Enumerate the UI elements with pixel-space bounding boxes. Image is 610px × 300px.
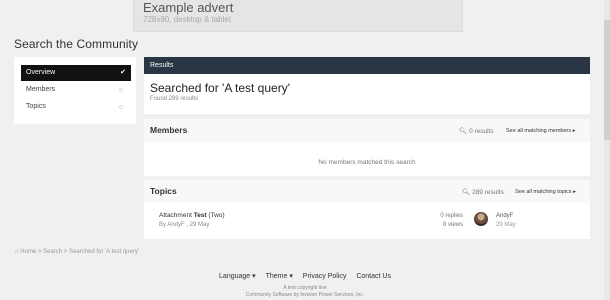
members-count: 🔍︎ 0 results: [459, 128, 494, 135]
sidebar-item-label: Members: [26, 86, 56, 93]
sidebar-item-label: Topics: [26, 103, 46, 110]
members-section-body: No members matched this search: [144, 142, 590, 176]
copyright-text: A test copyright line: [283, 285, 327, 291]
last-poster: AndyF 29 May: [496, 212, 516, 230]
topics-count: 🔍︎ 289 results: [462, 189, 504, 196]
footer-links: Language ▾ Theme ▾ Privacy Policy Contac…: [0, 272, 610, 280]
scrollbar-thumb[interactable]: [604, 20, 610, 140]
last-post-date: 29 May: [496, 222, 516, 228]
search-icon: 🔍︎: [459, 128, 468, 135]
see-all-topics-link[interactable]: See all matching topics ▸: [515, 189, 576, 195]
topic-stats: 0 replies 8 views: [427, 212, 463, 230]
language-menu[interactable]: Language ▾: [219, 273, 256, 280]
sidebar-item-label: Overview: [26, 69, 56, 76]
search-summary: Searched for 'A test query' Found 289 re…: [144, 74, 590, 114]
advert-title: Example advert: [143, 0, 234, 15]
see-all-members-link[interactable]: See all matching members ▸: [506, 128, 575, 134]
search-icon: 🔍︎: [462, 189, 471, 196]
sidebar-item-members[interactable]: Members: [21, 82, 131, 98]
search-filter-sidebar: Overview ✔ Members Topics: [14, 57, 136, 124]
radio-icon: [119, 88, 123, 92]
search-query-title: Searched for 'A test query': [150, 81, 290, 95]
members-section-header: Members 🔍︎ 0 results See all matching me…: [144, 119, 590, 142]
scrollbar[interactable]: [604, 0, 610, 300]
breadcrumb[interactable]: ⌂ Home > Search > Searched for 'A test q…: [15, 249, 139, 255]
topics-section-header: Topics 🔍︎ 289 results See all matching t…: [144, 180, 590, 203]
privacy-policy-link[interactable]: Privacy Policy: [303, 273, 347, 280]
topics-title: Topics: [150, 186, 177, 196]
advert-banner[interactable]: Example advert 728x90, desktop & tablet: [133, 0, 463, 32]
topic-meta: By AndyF , 29 May: [159, 222, 210, 228]
topics-section-body: Attachment Test (Two) By AndyF , 29 May …: [144, 203, 590, 239]
replies-count: 0 replies: [440, 213, 463, 219]
empty-message: No members matched this search: [318, 159, 416, 166]
avatar[interactable]: [474, 212, 488, 226]
last-poster-name[interactable]: AndyF: [496, 212, 516, 221]
views-count: 8 views: [442, 222, 463, 228]
powered-by-text[interactable]: Community Software by Invision Power Ser…: [0, 292, 610, 298]
theme-menu[interactable]: Theme ▾: [266, 273, 293, 280]
page-title: Search the Community: [14, 37, 139, 51]
members-title: Members: [150, 125, 188, 135]
advert-subtitle: 728x90, desktop & tablet: [143, 15, 232, 24]
sidebar-item-overview[interactable]: Overview ✔: [21, 65, 131, 81]
sidebar-item-topics[interactable]: Topics: [21, 99, 131, 115]
topic-title-link[interactable]: Attachment Test (Two): [159, 212, 225, 219]
checkmark-icon: ✔: [120, 69, 126, 76]
radio-icon: [119, 105, 123, 109]
contact-us-link[interactable]: Contact Us: [356, 273, 391, 280]
results-count: Found 289 results: [150, 96, 199, 102]
results-header: Results: [144, 57, 590, 74]
